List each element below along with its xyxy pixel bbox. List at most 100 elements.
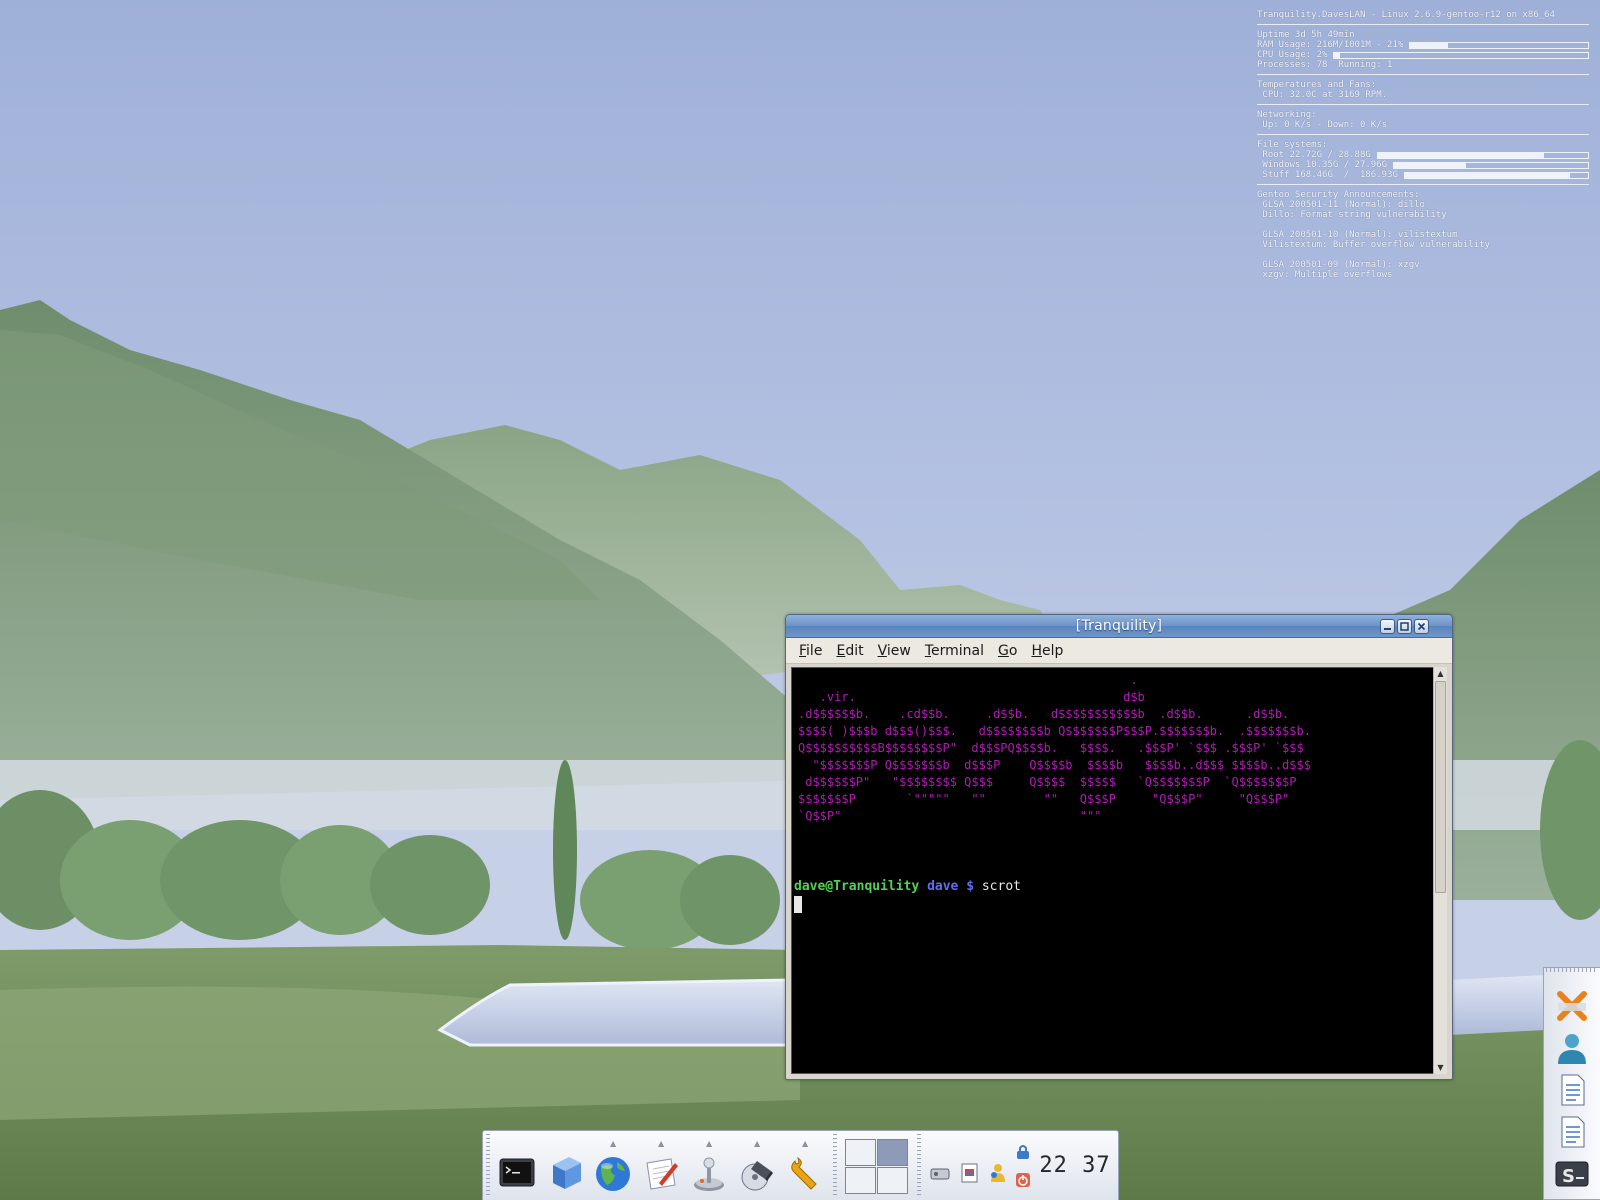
fs-root-bar bbox=[1376, 151, 1589, 159]
temps-title: Temperatures and Fans: bbox=[1257, 80, 1377, 90]
cpu-usage-bar bbox=[1333, 51, 1589, 59]
fs-root-label: Root 22.72G / 28.88G bbox=[1257, 150, 1371, 160]
maximize-button[interactable] bbox=[1397, 619, 1412, 634]
ascii-art-line: Q$$$$$$$$$$B$$$$$$$$P" d$$$PQ$$$$b. $$$$… bbox=[798, 741, 1304, 755]
ram-usage-bar bbox=[1409, 41, 1589, 49]
prompt-user: dave@Tranquility bbox=[794, 879, 920, 894]
tray-messenger-button[interactable] bbox=[983, 1151, 1013, 1195]
dock-user-button[interactable] bbox=[1552, 1028, 1592, 1068]
cpu-usage-fill bbox=[1334, 52, 1340, 58]
fs-windows-bar bbox=[1393, 161, 1589, 169]
menu-file[interactable]: File bbox=[792, 643, 829, 659]
prompt-command: scrot bbox=[981, 879, 1021, 894]
panel-separator bbox=[833, 1134, 837, 1198]
menu-edit[interactable]: Edit bbox=[829, 643, 870, 659]
text-cursor bbox=[794, 896, 802, 913]
dock-document-button[interactable] bbox=[1552, 1070, 1592, 1110]
window-titlebar[interactable]: [Tranquility] bbox=[786, 615, 1452, 638]
scrollbar-thumb[interactable] bbox=[1435, 681, 1446, 893]
monitor-separator bbox=[1257, 184, 1589, 185]
tray-image-button[interactable] bbox=[955, 1151, 985, 1195]
processes-text: Processes: 78 Running: 1 bbox=[1257, 60, 1393, 70]
menu-rest: ile bbox=[806, 642, 823, 659]
menu-help[interactable]: Help bbox=[1024, 643, 1070, 659]
glsa-title: Gentoo Security Announcements: bbox=[1257, 190, 1420, 200]
ascii-art-line: $$$$( )$$$b d$$$()$$$. d$$$$$$$$b Q$$$$$… bbox=[798, 724, 1311, 738]
fs-root: Root 22.72G / 28.88G bbox=[1257, 150, 1589, 160]
monitor-separator bbox=[1257, 24, 1589, 25]
close-icon bbox=[1417, 622, 1426, 631]
settings-wrench-icon bbox=[791, 1156, 817, 1190]
tray-drive-button[interactable] bbox=[925, 1151, 955, 1195]
glsa-desc: xzgv: Multiple overflows bbox=[1257, 270, 1393, 280]
lock-icon[interactable] bbox=[1014, 1143, 1032, 1161]
clock[interactable]: 22 37 bbox=[1039, 1151, 1111, 1181]
fs-windows-fill bbox=[1394, 162, 1466, 168]
menu-rest: elp bbox=[1041, 642, 1064, 659]
dock-xmms-button[interactable] bbox=[1552, 986, 1592, 1026]
ram-usage-label: RAM Usage: 216M/1001M - 21% bbox=[1257, 40, 1404, 50]
menu-mnemonic: F bbox=[799, 642, 807, 659]
glsa-desc: Dillo: Format string vulnerability bbox=[1257, 210, 1447, 220]
menu-mnemonic: H bbox=[1031, 642, 1042, 659]
dock-drag-handle[interactable] bbox=[1546, 968, 1598, 972]
fs-stuff-label: Stuff 168.46G / 186.93G bbox=[1257, 170, 1398, 180]
terminal-s-icon: S bbox=[1555, 1161, 1589, 1187]
workspace-2[interactable] bbox=[877, 1139, 908, 1166]
workspace-3[interactable] bbox=[845, 1167, 876, 1194]
messenger-icon bbox=[991, 1164, 1005, 1182]
fs-root-fill bbox=[1377, 152, 1544, 158]
temps-value: CPU: 32.0C at 3169 RPM. bbox=[1257, 90, 1388, 100]
joystick-launcher[interactable]: ▲ bbox=[687, 1139, 731, 1195]
window-title: [Tranquility] bbox=[1075, 618, 1163, 634]
prompt-dir: dave $ bbox=[927, 879, 975, 894]
terminal-launcher[interactable] bbox=[495, 1151, 539, 1195]
text-editor-icon bbox=[646, 1158, 678, 1190]
workspace-1[interactable] bbox=[845, 1139, 876, 1166]
settings-launcher[interactable]: ▲ bbox=[783, 1139, 827, 1195]
scroll-up-icon[interactable]: ▲ bbox=[1434, 667, 1447, 680]
web-browser-launcher[interactable]: ▲ bbox=[591, 1139, 635, 1195]
menu-rest: dit bbox=[845, 642, 864, 659]
file-manager-launcher[interactable] bbox=[543, 1151, 587, 1195]
menu-view[interactable]: View bbox=[871, 643, 918, 659]
panel-drag-handle[interactable] bbox=[486, 1134, 490, 1198]
ram-usage-fill bbox=[1410, 42, 1448, 48]
disk-burner-launcher[interactable]: ▲ bbox=[735, 1139, 779, 1195]
text-editor-launcher[interactable]: ▲ bbox=[639, 1139, 683, 1195]
glsa-id: GLSA 200501-09 (Normal): xzgv bbox=[1257, 260, 1420, 270]
shell-prompt: dave@Tranquility dave $ scrot bbox=[794, 879, 1021, 894]
ascii-art-logo: . .vir. d$b .d$$$$$$b. .cd$$b. .d$$b. d$$… bbox=[798, 672, 1311, 825]
fs-stuff: Stuff 168.46G / 186.93G bbox=[1257, 170, 1589, 180]
close-button[interactable] bbox=[1414, 619, 1429, 634]
menu-rest: iew bbox=[886, 642, 911, 659]
image-viewer-icon bbox=[961, 1163, 978, 1183]
net-value: Up: 0 K/s - Down: 0 K/s bbox=[1257, 120, 1388, 130]
scroll-down-icon[interactable]: ▼ bbox=[1434, 1061, 1447, 1074]
terminal-window[interactable]: [Tranquility] File Edit View Terminal Go… bbox=[785, 614, 1453, 1080]
fs-stuff-fill bbox=[1404, 172, 1570, 178]
tray-lock-logout bbox=[1011, 1137, 1035, 1195]
ascii-art-line: "$$$$$$$P Q$$$$$$$b d$$$P Q$$$$b $$$$b $… bbox=[798, 758, 1311, 772]
fs-title: File systems: bbox=[1257, 140, 1328, 150]
logout-icon[interactable] bbox=[1014, 1171, 1032, 1189]
terminal-scrollbar[interactable]: ▲ ▼ bbox=[1433, 667, 1447, 1074]
ascii-art-line: .d$$$$$$b. .cd$$b. .d$$b. d$$$$$$$$$$$b … bbox=[798, 707, 1290, 721]
file-manager-icon bbox=[553, 1157, 581, 1189]
menu-mnemonic: G bbox=[998, 642, 1009, 659]
menu-go[interactable]: Go bbox=[991, 643, 1024, 659]
minimize-button[interactable] bbox=[1380, 619, 1395, 634]
fs-stuff-bar bbox=[1403, 171, 1589, 179]
side-dock: S bbox=[1543, 967, 1600, 1200]
dock-document-button[interactable] bbox=[1552, 1112, 1592, 1152]
joystick-icon bbox=[694, 1157, 724, 1191]
menu-terminal[interactable]: Terminal bbox=[918, 643, 991, 659]
monitor-header: Tranquility.DavesLAN - Linux 2.6.9-gento… bbox=[1257, 10, 1556, 20]
document-icon bbox=[1561, 1074, 1585, 1106]
panel-separator bbox=[917, 1134, 921, 1198]
workspace-4[interactable] bbox=[877, 1167, 908, 1194]
terminal-output[interactable]: . .vir. d$b .d$$$$$$b. .cd$$b. .d$$b. d$$… bbox=[791, 667, 1436, 1074]
minimize-icon bbox=[1384, 628, 1391, 630]
dock-terminal-button[interactable]: S bbox=[1552, 1154, 1592, 1194]
ascii-art-line: . bbox=[798, 673, 1138, 687]
